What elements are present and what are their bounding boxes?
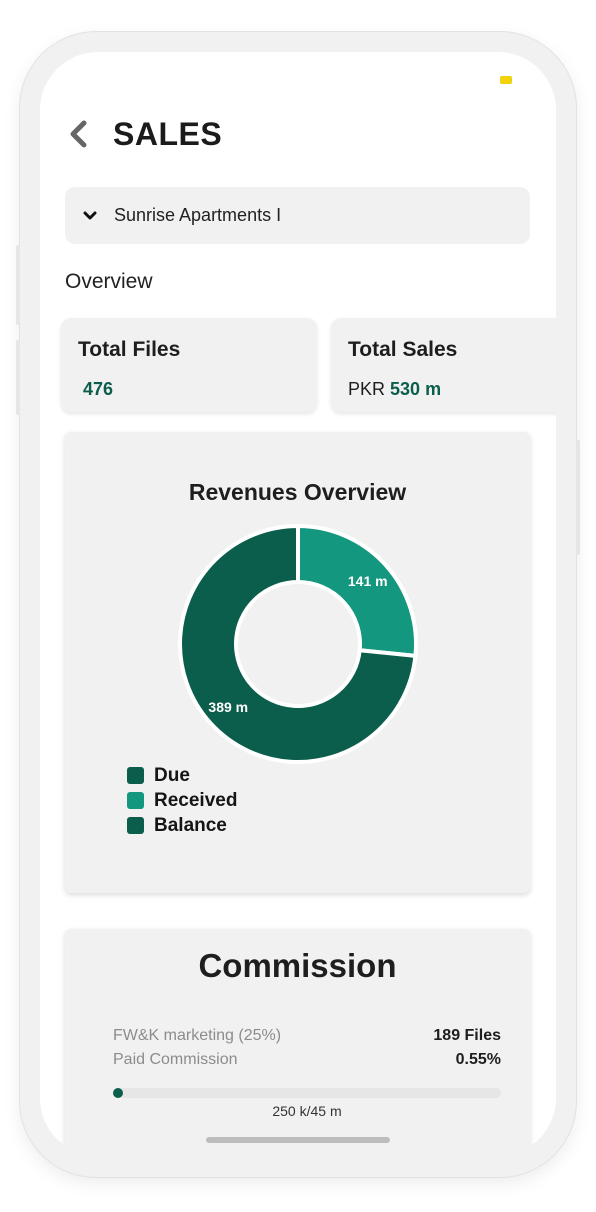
back-button[interactable] [65,117,91,151]
stat-value: PKR 530 m [348,379,441,400]
phone-side-button [576,440,580,555]
project-dropdown-value: Sunrise Apartments I [114,205,282,225]
stat-amount: 530 m [390,379,442,399]
legend-label: Due [154,764,190,786]
commission-row-value: 189 Files [433,1027,501,1044]
stat-value: 476 [83,379,114,399]
phone-side-button [16,340,20,415]
home-indicator[interactable] [206,1137,390,1143]
legend-swatch [127,792,144,809]
section-heading-overview: Overview [65,270,153,293]
commission-row-label: Paid Commission [113,1051,238,1068]
stat-title: Total Files [78,338,181,361]
chevron-down-icon [82,208,98,224]
commission-row: Paid Commission 0.55% [113,1051,501,1069]
stat-currency: PKR [348,379,386,399]
commission-row: FW&K marketing (25%) 189 Files [113,1027,501,1045]
donut-slice-label: 141 m [348,573,388,589]
chevron-left-icon [70,120,87,148]
phone-side-button [16,245,20,325]
legend-label: Received [154,789,238,811]
status-indicator [500,76,512,84]
revenue-donut-chart: 141 m 389 m [178,523,418,764]
donut-slice-label: 389 m [208,699,248,715]
commission-progress-fill [113,1088,124,1098]
chart-legend: Due Received Balance [127,763,237,838]
project-dropdown[interactable]: Sunrise Apartments I [65,187,530,244]
total-files-card[interactable]: Total Files 476 [61,318,317,412]
legend-label: Balance [154,814,227,836]
stat-title: Total Sales [348,338,458,361]
commission-row-value: 0.55% [455,1051,501,1068]
commission-title: Commission [198,947,397,984]
commission-progress-label: 250 k/45 m [272,1103,342,1119]
app-header: SALES [65,114,222,154]
commission-row-label: FW&K marketing (25%) [113,1027,282,1044]
legend-item: Balance [127,813,237,838]
legend-swatch [127,817,144,834]
total-sales-card[interactable]: Total Sales PKR 530 m [331,318,556,412]
commission-card: Commission FW&K marketing (25%) 189 File… [65,929,530,1156]
legend-swatch [127,767,144,784]
commission-progress-bar [113,1088,501,1098]
chart-title: Revenues Overview [188,479,407,505]
legend-item: Due [127,763,237,788]
app-screen: SALES Sunrise Apartments I Overview Tota… [40,52,556,1156]
donut-slice-received[interactable] [296,523,418,659]
page-title: SALES [113,115,223,152]
revenues-overview-card: Revenues Overview 141 m 389 m Due Received… [65,432,530,893]
legend-item: Received [127,788,237,813]
